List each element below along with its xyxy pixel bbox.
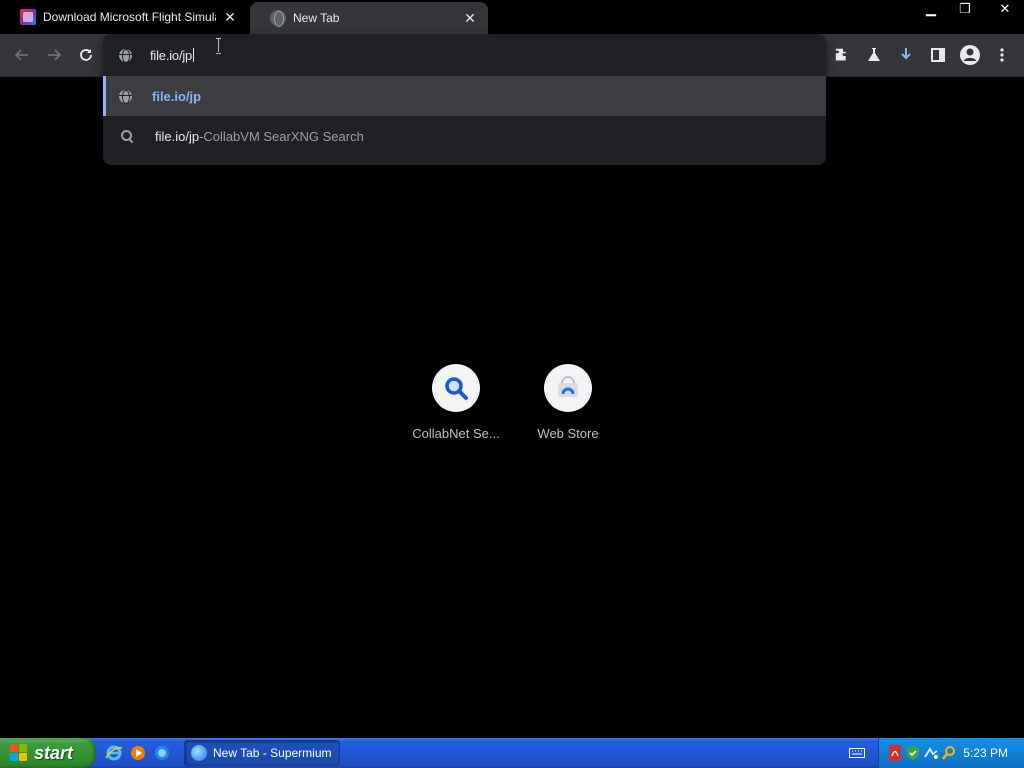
msfs-icon: [20, 9, 36, 25]
tab-strip: Download Microsoft Flight Simulator ✕ Ne…: [0, 0, 1024, 34]
network-icon[interactable]: [923, 745, 939, 761]
shortcut-label: Web Store: [537, 426, 599, 441]
back-button[interactable]: [10, 43, 34, 67]
close-icon[interactable]: ✕: [462, 10, 478, 26]
minimize-button[interactable]: ▁: [918, 0, 944, 18]
download-icon[interactable]: [893, 42, 919, 68]
omnibox-dropdown: file.io/jp file.io/jp file.io/jp - Colla…: [103, 34, 826, 165]
start-label: start: [34, 742, 74, 763]
profile-icon[interactable]: [957, 42, 983, 68]
address-bar[interactable]: file.io/jp: [103, 34, 826, 76]
pdf-icon[interactable]: [887, 745, 903, 761]
tab-new-tab[interactable]: New Tab ✕: [250, 2, 488, 34]
keyboard-icon[interactable]: [848, 745, 866, 761]
globe-icon: [119, 89, 132, 104]
extensions-icon[interactable]: [829, 42, 855, 68]
menu-icon[interactable]: [989, 42, 1015, 68]
tab-title: New Tab: [293, 11, 340, 25]
address-text: file.io/jp: [150, 47, 193, 63]
shortcut-web-store[interactable]: Web Store: [512, 364, 624, 441]
reload-button[interactable]: [74, 43, 98, 67]
labs-icon[interactable]: [861, 42, 887, 68]
tab-download-msfs[interactable]: Download Microsoft Flight Simulator ✕: [0, 0, 248, 34]
search-icon: [119, 128, 135, 144]
search-icon: [445, 377, 468, 400]
suggestion-search[interactable]: file.io/jp - CollabVM SearXNG Search: [103, 116, 826, 156]
close-window-button[interactable]: ✕: [986, 0, 1024, 18]
side-panel-icon[interactable]: [925, 42, 951, 68]
show-desktop-icon[interactable]: [152, 743, 172, 763]
globe-icon: [270, 10, 286, 27]
back-arrow-icon: [14, 49, 28, 61]
security-shield-icon[interactable]: [905, 745, 921, 761]
suggestion-query: file.io/jp: [155, 128, 200, 144]
clock: 5:23 PM: [963, 746, 1008, 760]
taskbar: start New Tab - Supermium 5:23 PM: [0, 738, 1024, 768]
suggestion-url[interactable]: file.io/jp: [103, 76, 826, 116]
address-input[interactable]: file.io/jp: [150, 47, 195, 63]
reload-icon: [80, 49, 92, 61]
media-player-icon[interactable]: [128, 743, 148, 763]
suggestion-url-text: file.io/jp: [152, 88, 202, 104]
search-tray-icon[interactable]: [941, 745, 957, 761]
taskbar-item-new-tab[interactable]: New Tab - Supermium: [184, 740, 340, 766]
quick-launch: [104, 743, 172, 763]
close-icon[interactable]: ✕: [222, 9, 238, 25]
forward-button[interactable]: [42, 43, 66, 67]
forward-arrow-icon: [48, 49, 62, 61]
text-caret: [193, 47, 195, 62]
system-tray: 5:23 PM: [878, 738, 1024, 768]
suggestion-engine: CollabVM SearXNG Search: [203, 128, 364, 144]
window-controls: ▁ ❐ ✕: [910, 0, 1024, 18]
internet-explorer-icon[interactable]: [104, 743, 124, 763]
shortcut-collabnet-search[interactable]: CollabNet Se...: [400, 364, 512, 441]
globe-icon: [119, 48, 132, 63]
shortcut-icon-circle: [544, 364, 592, 412]
tab-title: Download Microsoft Flight Simulator: [43, 10, 216, 24]
windows-flag-icon: [10, 744, 28, 762]
web-store-icon: [558, 376, 578, 397]
restore-button[interactable]: ❐: [952, 0, 978, 18]
shortcut-icon-circle: [432, 364, 480, 412]
taskbar-item-label: New Tab - Supermium: [213, 746, 332, 760]
start-button[interactable]: start: [0, 738, 96, 768]
supermium-icon: [191, 745, 207, 761]
text-cursor-icon: [216, 38, 222, 54]
shortcut-label: CollabNet Se...: [412, 426, 500, 441]
